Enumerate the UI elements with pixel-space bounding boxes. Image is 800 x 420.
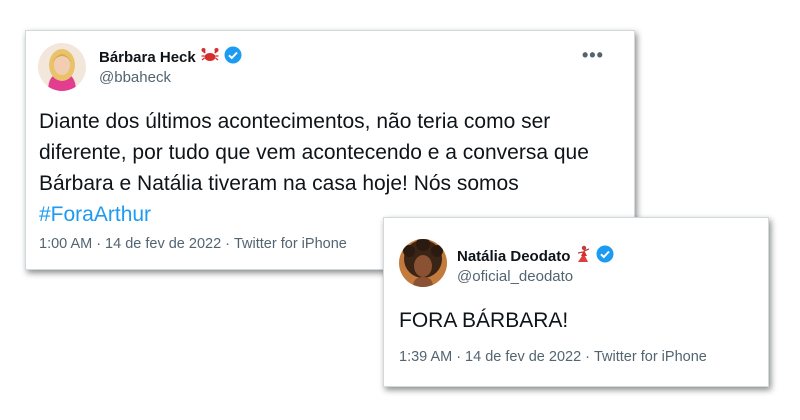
tweet-metadata: 1:39 AM · 14 de fev de 2022 · Twitter for iP… [399,349,707,365]
dancer-emoji-icon [575,245,591,267]
tweet-metadata: 1:00 AM · 14 de fev de 2022 · Twitter for iP… [39,236,347,252]
separator: · [585,349,590,365]
handle[interactable]: @oficial_deodato [457,268,573,285]
verified-badge-icon [596,245,614,267]
display-name[interactable]: Bárbara Heck [99,46,242,68]
separator: · [96,236,102,252]
avatar[interactable] [399,239,447,287]
tweet-source[interactable]: Twitter for iPhone [234,236,347,252]
tweet-body: Diante dos últimos acontecimentos, não t… [39,110,589,195]
avatar-photo-icon [38,43,86,91]
tweet-source[interactable]: Twitter for iPhone [594,349,707,365]
tweet-time[interactable]: 1:39 AM [399,349,452,365]
separator: · [225,236,230,252]
tweet-date[interactable]: 14 de fev de 2022 [105,236,221,252]
handle[interactable]: @bbaheck [99,69,171,86]
tweet-text: Diante dos últimos acontecimentos, não t… [39,106,624,230]
verified-badge-icon [224,46,242,68]
hashtag-link[interactable]: #ForaArthur [39,203,151,226]
display-name[interactable]: Natália Deodato [457,245,614,267]
tweet-text: FORA BÁRBARA! [399,305,759,336]
tweet-body: FORA BÁRBARA! [399,309,569,332]
avatar[interactable] [38,43,86,91]
tweet-time[interactable]: 1:00 AM [39,236,92,252]
tweet-card-natalia[interactable]: Natália Deodato @oficial_deodato FORA BÁ… [383,217,769,387]
tweet-date[interactable]: 14 de fev de 2022 [465,349,581,365]
separator: · [456,349,462,365]
more-options-icon[interactable]: ••• [582,46,604,64]
avatar-photo-icon [399,239,447,287]
display-name-text: Natália Deodato [457,247,571,265]
crab-emoji-icon [201,47,219,67]
display-name-text: Bárbara Heck [99,48,196,66]
